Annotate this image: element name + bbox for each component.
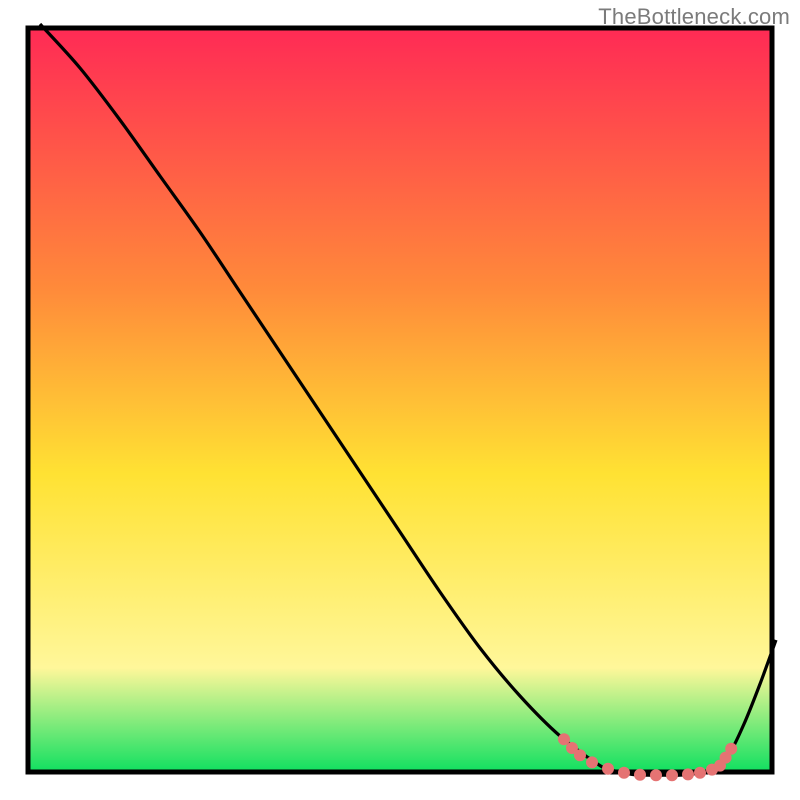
gradient-background <box>28 28 772 772</box>
highlight-dot <box>650 769 662 781</box>
watermark-text: TheBottleneck.com <box>598 4 790 30</box>
highlight-dot <box>602 763 614 775</box>
highlight-dot <box>618 767 630 779</box>
highlight-dot <box>634 769 646 781</box>
chart-svg <box>0 0 800 800</box>
highlight-dot <box>574 749 586 761</box>
highlight-dot <box>682 768 694 780</box>
highlight-dot <box>666 769 678 781</box>
highlight-dot <box>586 756 598 768</box>
highlight-dot <box>694 767 706 779</box>
chart-stage: TheBottleneck.com <box>0 0 800 800</box>
highlight-dot <box>725 743 737 755</box>
